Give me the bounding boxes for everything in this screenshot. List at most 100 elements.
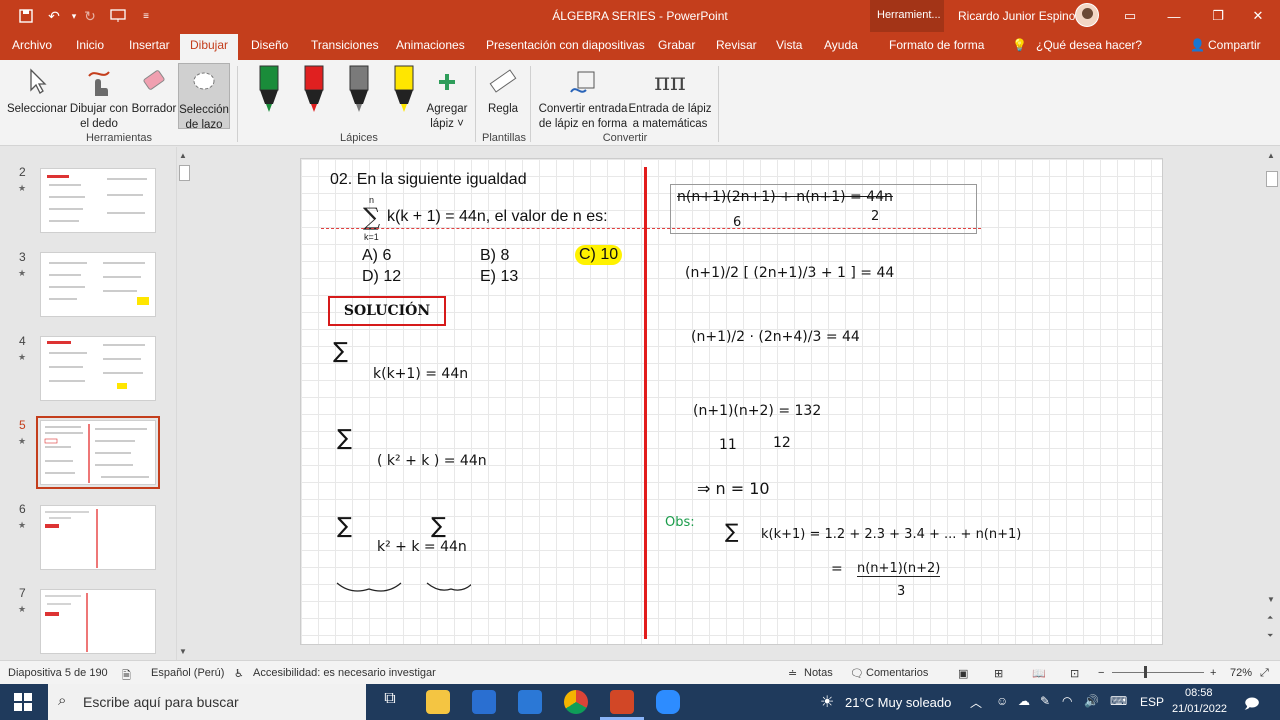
language-status[interactable]: Español (Perú) [151, 667, 224, 679]
left-work-line-2: ( k² + k ) = 44n [377, 453, 487, 469]
keyboard-icon[interactable]: ⌨ [1110, 694, 1127, 708]
user-name[interactable]: Ricardo Junior Espino [958, 9, 1075, 23]
next-slide-icon[interactable]: ⏷ [1267, 631, 1273, 641]
store-icon[interactable] [472, 690, 496, 714]
pen-4-button[interactable] [393, 64, 415, 118]
scroll-up-icon[interactable]: ▲ [1267, 151, 1275, 160]
scroll-down-icon[interactable]: ▼ [179, 647, 187, 656]
thumbnails-scrollbar[interactable]: ▲ ▼ [176, 147, 192, 660]
taskbar-search-box[interactable]: ⌕ Escribe aquí para buscar [48, 684, 366, 720]
tab-archivo[interactable]: Archivo [12, 38, 52, 52]
scroll-thumb[interactable] [1266, 171, 1278, 187]
share-icon[interactable]: 👤 [1190, 38, 1205, 52]
slide-sorter-icon[interactable]: ⊞ [994, 667, 1003, 680]
slideshow-icon[interactable]: ⊡ [1070, 667, 1079, 680]
slide-thumbnail-2[interactable] [40, 168, 156, 233]
option-e: E) 13 [480, 268, 519, 285]
minimize-icon[interactable]: — [1152, 0, 1196, 32]
accessibility-icon[interactable]: ♿ [234, 667, 244, 680]
close-icon[interactable]: ✕ [1236, 0, 1280, 32]
tray-chevron-icon[interactable]: ︿ [970, 694, 982, 711]
customize-toolbar-icon[interactable]: ≡ [136, 6, 156, 26]
powerpoint-icon[interactable] [610, 690, 634, 714]
tell-me-search[interactable]: ¿Qué desea hacer? [1036, 38, 1142, 52]
mail-icon[interactable] [518, 690, 542, 714]
normal-view-icon[interactable]: ▣ [958, 667, 968, 680]
zoom-out-icon[interactable]: − [1098, 667, 1104, 679]
tab-formato-forma[interactable]: Formato de forma [889, 38, 984, 52]
zoom-slider-thumb[interactable] [1144, 666, 1147, 678]
previous-slide-icon[interactable]: ⏶ [1267, 613, 1273, 623]
tab-vista[interactable]: Vista [776, 38, 802, 52]
chrome-icon[interactable] [564, 690, 588, 714]
zoom-app-icon[interactable] [656, 690, 680, 714]
wifi-icon[interactable]: ◠ [1062, 694, 1072, 708]
slide-thumbnail-5[interactable] [36, 416, 160, 489]
pen-icon[interactable]: ✎ [1040, 694, 1050, 708]
pen-3-button[interactable] [348, 64, 370, 118]
tab-animaciones[interactable]: Animaciones [396, 38, 465, 52]
slide-scrollbar[interactable]: ▲ ▼ ⏶ ⏷ [1264, 147, 1280, 660]
ink-to-shape-button[interactable]: Convertir entrada de lápiz en forma [536, 66, 630, 132]
lasso-select-button[interactable]: Selección de lazo [178, 63, 230, 131]
redo-icon[interactable]: ↻ [80, 6, 100, 26]
fit-slide-icon[interactable]: ⤢ [1260, 667, 1269, 680]
input-language[interactable]: ESP [1140, 695, 1164, 709]
share-button[interactable]: Compartir [1208, 38, 1261, 52]
tab-presentacion[interactable]: Presentación con diapositivas [486, 38, 645, 52]
notifications-icon[interactable]: 🗩 [1244, 693, 1260, 717]
select-button[interactable]: Seleccionar [6, 66, 68, 117]
scroll-thumb[interactable] [179, 165, 190, 181]
add-pen-button[interactable]: Agregar lápiz ˅ [424, 66, 470, 132]
maximize-icon[interactable]: ❐ [1196, 0, 1240, 32]
present-icon[interactable] [108, 6, 128, 26]
task-view-icon[interactable]: ⧉ [378, 690, 402, 714]
tab-revisar[interactable]: Revisar [716, 38, 757, 52]
tab-diseno[interactable]: Diseño [251, 38, 288, 52]
windows-start-icon[interactable] [14, 693, 32, 711]
ink-to-math-button[interactable]: ππ Entrada de lápiz a matemáticas [628, 66, 712, 132]
people-icon[interactable]: ☺ [996, 694, 1008, 708]
tab-grabar[interactable]: Grabar [658, 38, 695, 52]
accessibility-status[interactable]: Accesibilidad: es necesario investigar [253, 667, 436, 679]
ruler-button[interactable]: Regla [482, 66, 524, 117]
save-icon[interactable] [16, 6, 36, 26]
zoom-slider[interactable] [1112, 672, 1204, 673]
scroll-down-icon[interactable]: ▼ [1267, 595, 1275, 604]
reading-view-icon[interactable]: 📖 [1032, 667, 1046, 680]
tab-dibujar[interactable]: Dibujar [180, 34, 239, 60]
volume-icon[interactable]: 🔊 [1084, 694, 1099, 708]
context-tools-label[interactable]: Herramient... [870, 0, 944, 32]
pen-1-button[interactable] [258, 64, 280, 118]
notes-button[interactable]: Notas [804, 667, 833, 679]
clock-time[interactable]: 08:58 [1185, 687, 1213, 699]
weather-text[interactable]: 21°C Muy soleado [845, 695, 951, 710]
lasso-label-2: de lazo [185, 119, 223, 131]
slide-thumbnail-7[interactable] [40, 589, 156, 654]
zoom-level[interactable]: 72% [1230, 667, 1252, 679]
eraser-button[interactable]: Borrador [129, 66, 179, 117]
slide-thumbnail-4[interactable] [40, 336, 156, 401]
avatar[interactable] [1075, 3, 1099, 27]
scroll-up-icon[interactable]: ▲ [179, 151, 187, 160]
file-explorer-icon[interactable] [426, 690, 450, 714]
tab-transiciones[interactable]: Transiciones [311, 38, 379, 52]
pen-2-button[interactable] [303, 64, 325, 118]
draw-finger-button[interactable]: Dibujar con el dedo [68, 66, 130, 132]
slide-canvas[interactable]: 02. En la siguiente igualdad n ∑ k=1 k(k… [300, 158, 1163, 645]
selected-ink-box[interactable]: n(n+1)(2n+1) + n(n+1) = 44n 6 2 [670, 184, 977, 234]
question-text: 02. En la siguiente igualdad [330, 171, 527, 188]
comments-button[interactable]: Comentarios [866, 667, 928, 679]
tab-inicio[interactable]: Inicio [76, 38, 104, 52]
tab-insertar[interactable]: Insertar [129, 38, 170, 52]
onedrive-icon[interactable]: ☁ [1018, 694, 1030, 708]
ribbon-display-icon[interactable]: ▭ [1108, 0, 1152, 32]
undo-icon[interactable]: ↶ [44, 6, 64, 26]
slide-thumbnail-6[interactable] [40, 505, 156, 570]
notes-icon[interactable]: ≐ [788, 667, 797, 680]
slide-thumbnail-3[interactable] [40, 252, 156, 317]
clock-date[interactable]: 21/01/2022 [1172, 703, 1227, 715]
comments-icon[interactable]: 🗨 [850, 667, 864, 680]
zoom-in-icon[interactable]: + [1210, 667, 1216, 679]
tab-ayuda[interactable]: Ayuda [824, 38, 858, 52]
